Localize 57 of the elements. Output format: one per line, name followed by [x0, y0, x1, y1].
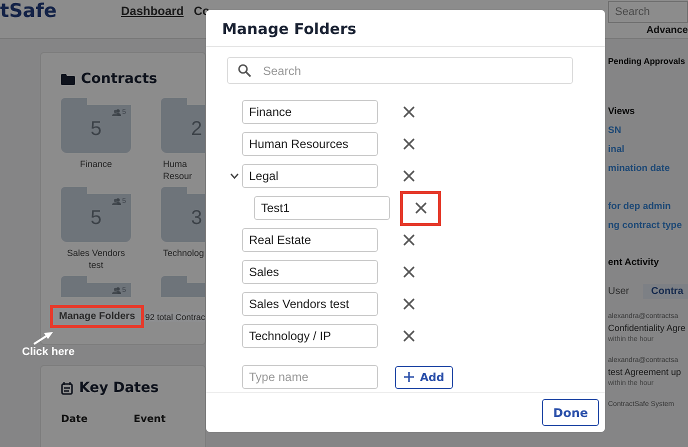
delete-button[interactable] [400, 190, 441, 226]
search-field[interactable]: Search [608, 1, 688, 23]
logo-text: tSafe [0, 0, 58, 22]
folder-name-field[interactable]: Technology / IP [242, 324, 378, 348]
folder-name-field[interactable]: Human Resources [242, 132, 378, 156]
people-icon [112, 109, 122, 116]
search-icon [238, 64, 251, 77]
close-icon [414, 202, 426, 214]
close-icon [402, 298, 414, 310]
folder-name-field[interactable]: Sales Vendors test [242, 292, 378, 316]
annotation-label: Click here [22, 346, 75, 358]
activity-tab[interactable]: User [608, 284, 630, 299]
activity-text: test Agreement up [608, 367, 682, 377]
search-field[interactable]: Search [227, 57, 573, 84]
calendar-icon [61, 382, 73, 394]
saved-view-link[interactable]: ng contract type [608, 220, 688, 231]
saved-view-link[interactable]: SN [608, 125, 688, 136]
close-icon [402, 138, 414, 150]
total-count: 92 total Contrac [145, 312, 206, 322]
done-button[interactable]: Done [542, 399, 599, 426]
activity-tab[interactable]: Contra [643, 284, 688, 299]
people-icon [112, 198, 122, 205]
section-title: Pending Approvals [608, 56, 686, 66]
folder-name: Sales Vendors test [66, 247, 126, 271]
plus-icon [404, 372, 414, 382]
activity-text: Confidentiality Agre [608, 323, 687, 333]
folder-name-field[interactable]: Real Estate [242, 228, 378, 252]
folder-tile[interactable] [161, 276, 205, 297]
folder-name: Technolog [162, 247, 205, 259]
saved-view-link[interactable]: for dep admin [608, 201, 688, 212]
folder-name: Finance [78, 158, 114, 170]
folder-name-field[interactable]: Legal [242, 164, 378, 188]
section-title: ent Activity [608, 257, 660, 268]
saved-view-link[interactable]: mination date [608, 163, 688, 174]
manage-folders-link[interactable]: Manage Folders [50, 305, 144, 328]
close-icon [402, 106, 414, 118]
close-icon [402, 234, 414, 246]
folder-name-field[interactable]: Sales [242, 260, 378, 284]
folder-icon [61, 74, 75, 84]
close-icon [402, 330, 414, 342]
people-icon [112, 287, 122, 294]
new-folder-field[interactable]: Type name [242, 365, 378, 389]
add-button[interactable]: Add [395, 366, 454, 388]
column-header: Date [61, 414, 88, 425]
card-title: Key Dates [79, 380, 159, 396]
column-header: Event [134, 414, 166, 425]
card-title: Contracts [81, 71, 158, 87]
folder-name: Huma Resour [162, 158, 194, 182]
close-icon [402, 170, 414, 182]
chevron-icon[interactable] [230, 173, 239, 179]
dialog-title: Manage Folders [206, 10, 605, 47]
section-title: Views [608, 106, 636, 117]
folder-name-field[interactable]: Finance [242, 100, 378, 124]
saved-view-link[interactable]: inal [608, 144, 688, 155]
nav-link[interactable]: Dashboard [121, 4, 184, 18]
folder-name-field[interactable]: Test1 [254, 196, 390, 220]
close-icon [402, 266, 414, 278]
